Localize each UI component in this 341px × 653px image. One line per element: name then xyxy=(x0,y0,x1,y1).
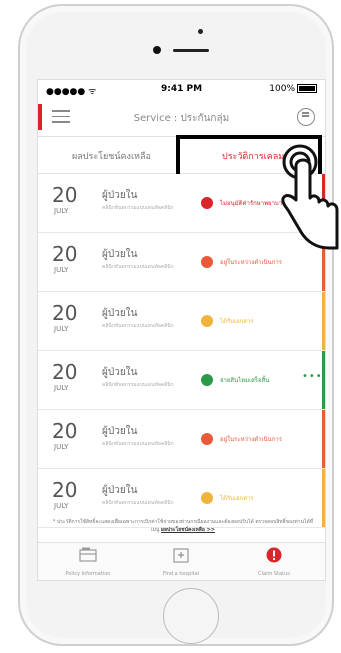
patient-type: ผู้ป่วยใน xyxy=(102,367,138,378)
patient-type: ผู้ป่วยใน xyxy=(102,190,138,201)
status-stripe xyxy=(322,351,325,409)
chat-icon[interactable] xyxy=(297,108,315,126)
battery-percent: 100% xyxy=(269,84,295,94)
claim-status: ได้รับเอกสาร xyxy=(220,318,254,325)
status-bar: ●●●●● ᯤ 9:41 PM 100% xyxy=(38,80,325,98)
claim-day: 20 xyxy=(52,419,78,443)
patient-type: ผู้ป่วยใน xyxy=(102,485,138,496)
battery-icon xyxy=(297,84,317,93)
hospital-name: คลินิกทันตกรรมแบบเดนทัลคลินิก xyxy=(102,323,174,329)
claim-row[interactable]: 20 JULY ผู้ป่วยใน คลินิกทันตกรรมแบบเดนทั… xyxy=(38,351,325,410)
pointing-hand-icon xyxy=(281,144,339,250)
claim-month: JULY xyxy=(54,502,69,510)
tab-policy-information[interactable]: Policy Information xyxy=(48,547,128,577)
claim-status: จ่ายสินไหมเสร็จสิ้น xyxy=(220,377,270,384)
tab-claim-status[interactable]: Claim Status xyxy=(234,547,314,577)
patient-type: ผู้ป่วยใน xyxy=(102,426,138,437)
hospital-name: คลินิกทันตกรรมแบบเดนทัลคลินิก xyxy=(102,382,174,388)
more-options-icon[interactable]: ••• xyxy=(302,371,323,382)
hospital-name: คลินิกทันตกรรมแบบเดนทัลคลินิก xyxy=(102,441,174,447)
status-icon xyxy=(201,256,213,268)
claim-status: อยู่ในระหว่างดำเนินการ xyxy=(220,436,282,443)
page-title: Service : ประกันกลุ่ม xyxy=(133,113,230,124)
claim-status: ไม่อนุมัติค่ารักษาพยาบาล xyxy=(220,200,286,207)
claim-month: JULY xyxy=(54,443,69,451)
status-icon xyxy=(201,492,213,504)
hospital-name: คลินิกทันตกรรมแบบเดนทัลคลินิก xyxy=(102,500,174,506)
battery-indicator: 100% xyxy=(269,84,317,94)
claim-row[interactable]: 20 JULY ผู้ป่วยใน คลินิกทันตกรรมแบบเดนทั… xyxy=(38,292,325,351)
claim-row[interactable]: 20 JULY ผู้ป่วยใน คลินิกทันตกรรมแบบเดนทั… xyxy=(38,410,325,469)
status-stripe xyxy=(322,292,325,350)
footnote: * ประวัติการใช้สิทธิ์จะแสดงเพื่อเฉพาะการ… xyxy=(52,518,314,534)
claim-month: JULY xyxy=(54,325,69,333)
benefits-link[interactable]: ผลประโยชน์คงเหลือ >> xyxy=(161,527,215,533)
hospital-name: คลินิกทันตกรรมแบบเดนทัลคลินิก xyxy=(102,205,174,211)
status-icon xyxy=(201,197,213,209)
claim-day: 20 xyxy=(52,478,78,502)
tab-label: Policy Information xyxy=(65,571,111,577)
patient-type: ผู้ป่วยใน xyxy=(102,249,138,260)
sensor-dot xyxy=(198,29,203,34)
status-icon xyxy=(201,315,213,327)
hospital-icon xyxy=(173,548,189,563)
policy-card-icon xyxy=(79,547,97,562)
status-stripe xyxy=(322,410,325,468)
status-stripe xyxy=(322,469,325,527)
claim-day: 20 xyxy=(52,360,78,384)
claim-day: 20 xyxy=(52,183,78,207)
nav-bar: Service : ประกันกลุ่ม xyxy=(38,98,325,137)
claim-month: JULY xyxy=(54,266,69,274)
home-button[interactable] xyxy=(163,588,219,644)
claim-day: 20 xyxy=(52,242,78,266)
claim-day: 20 xyxy=(52,301,78,325)
patient-type: ผู้ป่วยใน xyxy=(102,308,138,319)
tab-find-hospital[interactable]: Find a hospital xyxy=(141,547,221,577)
tab-benefits[interactable]: ผลประโยชน์คงเหลือ xyxy=(72,149,151,163)
alert-icon xyxy=(266,547,282,563)
bottom-tab-bar: Policy Information Find a hospital Claim… xyxy=(38,542,325,580)
tab-label: Find a hospital xyxy=(162,571,200,577)
tab-label: Claim Status xyxy=(258,571,290,577)
front-camera xyxy=(153,46,161,54)
claim-month: JULY xyxy=(54,384,69,392)
hospital-name: คลินิกทันตกรรมแบบเดนทัลคลินิก xyxy=(102,264,174,270)
claim-month: JULY xyxy=(54,207,69,215)
earpiece xyxy=(173,49,209,52)
claim-status: ได้รับเอกสาร xyxy=(220,495,254,502)
status-icon xyxy=(201,374,213,386)
status-icon xyxy=(201,433,213,445)
claim-status: อยู่ในระหว่างดำเนินการ xyxy=(220,259,282,266)
